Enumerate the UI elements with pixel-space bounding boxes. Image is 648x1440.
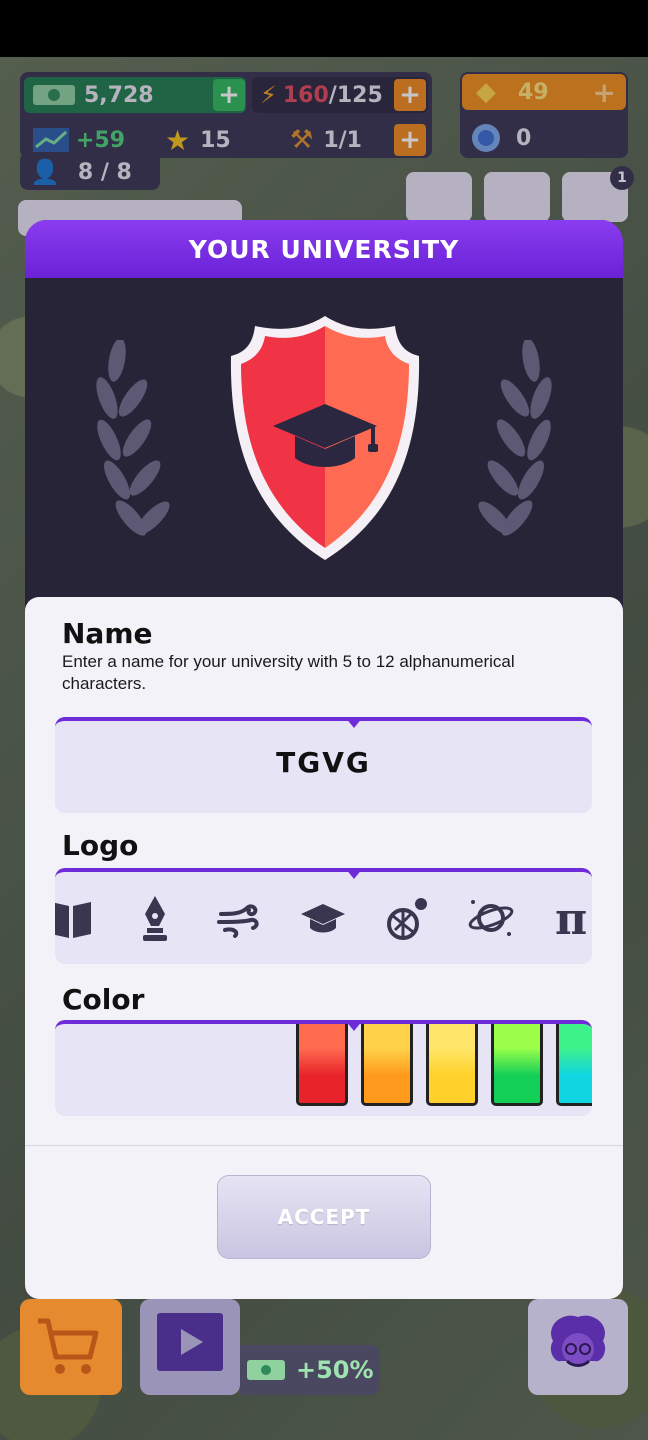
shop-button[interactable]: [20, 1299, 122, 1395]
name-pointer-icon: [345, 717, 363, 728]
name-section-title: Name: [62, 617, 153, 650]
pen-nib-icon[interactable]: [131, 894, 179, 942]
name-input-value[interactable]: TGVG: [55, 746, 592, 779]
graduation-cap-icon[interactable]: [299, 894, 347, 942]
bonus-badge: +50%: [240, 1345, 380, 1395]
laurel-right-icon: [478, 340, 552, 536]
modal-title: YOUR UNIVERSITY: [25, 220, 623, 278]
video-ad-button[interactable]: [140, 1299, 240, 1395]
pi-icon[interactable]: π: [551, 894, 592, 942]
wind-icon[interactable]: [215, 894, 263, 942]
color-swatch-3[interactable]: [426, 1024, 478, 1106]
university-shield-emblem: [230, 316, 420, 560]
color-pointer-icon: [345, 1024, 363, 1031]
logo-pointer-icon: [345, 872, 363, 879]
logo-selector[interactable]: π: [55, 868, 592, 964]
color-swatch-5[interactable]: [556, 1024, 592, 1106]
name-section-description: Enter a name for your university with 5 …: [62, 652, 515, 693]
status-bar: [0, 0, 648, 57]
svg-text:π: π: [555, 894, 587, 942]
color-section-title: Color: [62, 983, 145, 1016]
color-selector[interactable]: [55, 1020, 592, 1116]
cash-icon: [247, 1360, 285, 1380]
color-swatch-4[interactable]: [491, 1024, 543, 1106]
color-swatch-2[interactable]: [361, 1024, 413, 1106]
einstein-avatar-icon: [550, 1315, 606, 1367]
sports-ball-icon[interactable]: [383, 894, 431, 942]
laurel-left-icon: [96, 340, 170, 536]
cart-icon: [38, 1318, 99, 1374]
bonus-value: +50%: [296, 1356, 374, 1384]
logo-section-title: Logo: [62, 829, 139, 862]
card-divider: [25, 1145, 623, 1146]
video-icon: [157, 1313, 223, 1371]
accept-button[interactable]: ACCEPT: [217, 1175, 431, 1259]
university-modal-top: YOUR UNIVERSITY: [25, 220, 623, 610]
color-swatch-1[interactable]: [296, 1024, 348, 1106]
advisor-button[interactable]: [528, 1299, 628, 1395]
university-settings-card: Name Enter a name for your university wi…: [25, 597, 623, 1299]
planet-icon[interactable]: [467, 894, 515, 942]
name-input[interactable]: TGVG: [55, 717, 592, 813]
book-icon[interactable]: [55, 894, 95, 942]
